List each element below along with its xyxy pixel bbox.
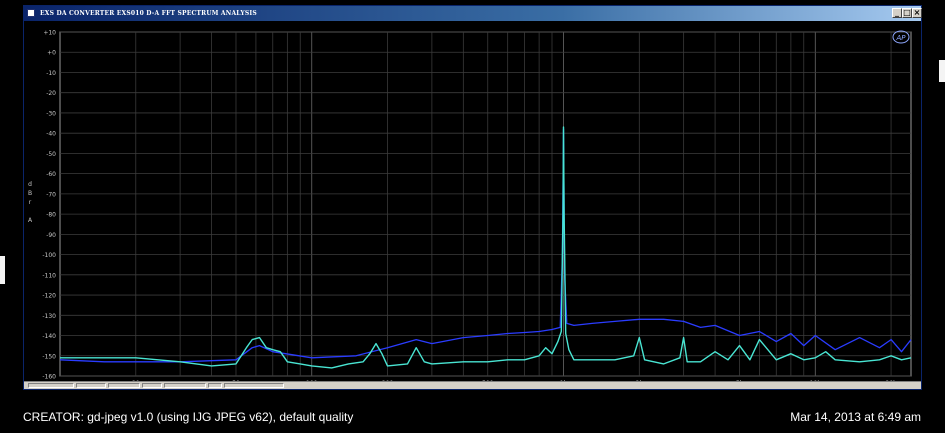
y-tick-label: -160	[42, 374, 56, 381]
y-tick-label: -90	[46, 232, 56, 239]
jpeg-creator-caption: CREATOR: gd-jpeg v1.0 (using IJG JPEG v6…	[23, 410, 354, 424]
y-tick-label: -50	[46, 151, 56, 158]
y-tick-label: -60	[46, 171, 56, 178]
y-tick-label: -10	[46, 70, 56, 77]
status-bar	[24, 381, 921, 389]
timestamp-caption: Mar 14, 2013 at 6:49 am	[790, 410, 921, 424]
ap-logo-text: AP	[895, 34, 906, 42]
y-tick-label: -150	[42, 353, 56, 360]
close-button[interactable]: ×	[912, 8, 922, 18]
y-axis-label-letter: d	[28, 181, 32, 188]
y-tick-label: +10	[43, 30, 56, 37]
series-line-blue	[59, 128, 912, 363]
minimize-button[interactable]: _	[892, 8, 902, 18]
plot-area: +10 +0 -10 -20 -30 -40 -50 -60 -70 -80 -90 -100 -110…	[24, 21, 921, 383]
series-line-cyan	[60, 126, 912, 369]
y-tick-label: -80	[46, 212, 56, 219]
maximize-button[interactable]: □	[902, 8, 912, 18]
y-tick-label: -110	[42, 272, 56, 279]
analyzer-window: EXS DA CONVERTER EXS010 D-A FFT SPECTRUM…	[23, 5, 922, 390]
y-axis-label-letter: A	[28, 217, 33, 224]
plot-border	[59, 31, 912, 377]
caption-band: CREATOR: gd-jpeg v1.0 (using IJG JPEG v6…	[0, 396, 945, 433]
status-cell	[164, 383, 206, 388]
ap-logo: AP	[892, 30, 910, 44]
y-tick-label: -140	[42, 333, 56, 340]
y-tick-label: -20	[46, 90, 56, 97]
y-tick-label: -100	[42, 252, 56, 259]
status-cell	[208, 383, 222, 388]
status-cell	[108, 383, 140, 388]
spectrum-chart: +10 +0 -10 -20 -30 -40 -50 -60 -70 -80 -90 -100 -110…	[28, 30, 912, 383]
title-bar[interactable]: EXS DA CONVERTER EXS010 D-A FFT SPECTRUM…	[24, 6, 922, 21]
status-cell	[142, 383, 162, 388]
status-cell	[76, 383, 106, 388]
desktop-edge-left	[0, 256, 5, 284]
window-title: EXS DA CONVERTER EXS010 D-A FFT SPECTRUM…	[40, 10, 257, 17]
y-tick-label: -70	[46, 191, 56, 198]
y-axis-label-letter: r	[29, 199, 32, 206]
status-cell	[28, 383, 74, 388]
desktop-edge-right	[939, 60, 945, 82]
y-tick-label: -40	[46, 131, 56, 138]
status-cell	[224, 383, 284, 388]
y-axis-label-letter: B	[28, 190, 32, 197]
y-tick-label: +0	[47, 50, 56, 57]
y-tick-label: -120	[42, 293, 56, 300]
y-tick-label: -30	[46, 110, 56, 117]
y-tick-label: -130	[42, 313, 56, 320]
app-icon	[27, 9, 35, 17]
screen: EXS DA CONVERTER EXS010 D-A FFT SPECTRUM…	[0, 0, 945, 433]
